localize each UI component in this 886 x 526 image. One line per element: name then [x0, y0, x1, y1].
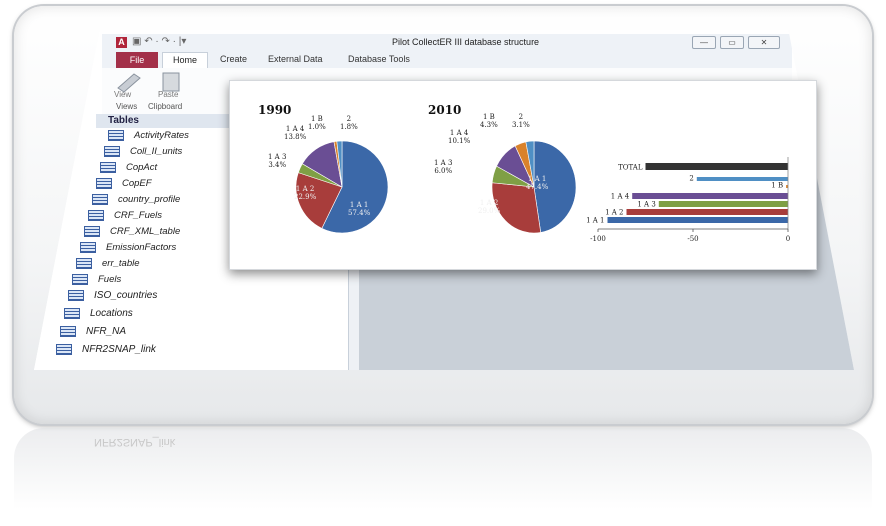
maximize-button[interactable]: ▭ — [720, 36, 744, 49]
table-icon — [100, 162, 116, 173]
chart-panel: 1990 2010 1 A 1 57.4% 1 A 2 22.9% 1 A 3 3.4… — [229, 80, 817, 270]
table-icon — [88, 210, 104, 221]
pie-label-2010-1a3: 1 A 3 6.0% — [434, 159, 453, 175]
table-icon — [64, 308, 80, 319]
tab-file[interactable]: File — [116, 52, 158, 68]
pie-label-2010-1b: 1 B 4.3% — [480, 113, 498, 129]
view-button[interactable]: View — [114, 90, 131, 99]
paste-icon — [162, 72, 180, 92]
table-icon — [84, 226, 100, 237]
bar-1a2 — [626, 209, 788, 215]
table-icon — [104, 146, 120, 157]
table-item[interactable]: CRF_XML_table — [84, 226, 180, 237]
table-item[interactable]: Locations — [64, 308, 133, 319]
tab-database-tools[interactable]: Database Tools — [348, 54, 410, 64]
table-item[interactable]: Fuels — [72, 274, 121, 285]
bar-label-total: TOTAL — [618, 164, 643, 172]
table-icon — [80, 242, 96, 253]
table-item[interactable]: CopEF — [96, 178, 152, 189]
x-tick-label: 0 — [786, 235, 790, 243]
table-item[interactable]: NFR2SNAP_link — [56, 344, 156, 355]
bar-1a3 — [658, 201, 788, 207]
pie-label-2010-1a4: 1 A 4 10.1% — [448, 129, 471, 145]
close-button[interactable]: ✕ — [748, 36, 780, 49]
x-tick-label: -100 — [590, 235, 606, 243]
pie-label-1990-1b: 1 B 1.0% — [308, 115, 326, 131]
table-item[interactable]: err_table — [76, 258, 140, 269]
bar-label-1b: 1 B — [771, 182, 783, 190]
table-icon — [68, 290, 84, 301]
frame-reflection: NFR2SNAP_link — [14, 428, 872, 524]
pie-label-2010-1a2: 1 A 2 29.0% — [478, 199, 501, 215]
minimize-button[interactable]: — — [692, 36, 716, 49]
table-icon — [60, 326, 76, 337]
bar-1a4 — [632, 193, 788, 199]
table-item[interactable]: CopAct — [100, 162, 157, 173]
table-item[interactable]: NFR_NA — [60, 326, 126, 337]
views-group-label: Views — [116, 102, 138, 111]
pie-chart-2010 — [491, 140, 577, 234]
paste-button[interactable]: Paste — [158, 90, 178, 99]
table-item[interactable]: ISO_countries — [68, 290, 157, 301]
table-icon — [72, 274, 88, 285]
table-item[interactable]: CRF_Fuels — [88, 210, 162, 221]
reflection-text: NFR2SNAP_link — [94, 436, 176, 448]
x-tick-label: -50 — [687, 235, 698, 243]
title-bar: A ▣ ↶ · ↷ · |▾ Pilot CollectER III datab… — [102, 34, 792, 53]
tab-external-data[interactable]: External Data — [268, 54, 323, 64]
bar-total — [645, 163, 788, 170]
bar-label-1a4: 1 A 4 — [611, 193, 630, 201]
pie-label-1990-1a2: 1 A 2 22.9% — [294, 185, 317, 201]
clipboard-group-label: Clipboard — [148, 102, 183, 111]
quick-access-toolbar[interactable]: ▣ ↶ · ↷ · |▾ — [132, 36, 186, 47]
table-item[interactable]: Coll_II_units — [104, 146, 182, 157]
pie-label-2010-1a1: 1 A 1 47.4% — [526, 175, 549, 191]
ribbon-tabs: File Home Create External Data Database … — [102, 52, 792, 69]
bar-chart-change: TOTAL 2 1 B 1 A 4 1 A 3 1 A 21 A 1 -100 -50 0 — [586, 157, 790, 243]
bar-label-1a1: 1 A 1 — [586, 217, 604, 225]
table-item[interactable]: country_profile — [92, 194, 180, 205]
pie-label-1990-1a4: 1 A 4 13.8% — [284, 125, 307, 141]
pie-label-2010-2: 2 3.1% — [512, 113, 530, 129]
table-icon — [108, 130, 124, 141]
view-icon — [117, 73, 141, 93]
tab-home[interactable]: Home — [162, 52, 208, 69]
table-item[interactable]: ActivityRates — [108, 130, 189, 141]
bar-1a1 — [607, 217, 788, 223]
pie-label-1990-2: 2 1.8% — [340, 115, 358, 131]
table-item[interactable]: EmissionFactors — [80, 242, 176, 253]
tab-create[interactable]: Create — [220, 54, 247, 64]
table-icon — [56, 344, 72, 355]
table-icon — [96, 178, 112, 189]
bar-2 — [696, 177, 788, 181]
pie-label-1990-1a3: 1 A 3 3.4% — [268, 153, 287, 169]
window-title: Pilot CollectER III database structure — [392, 37, 540, 47]
access-logo-icon: A — [116, 37, 127, 48]
bar-label-1a3: 1 A 3 — [637, 201, 655, 209]
bar-label-2: 2 — [689, 175, 693, 183]
pie-label-1990-1a1: 1 A 1 57.4% — [348, 201, 371, 217]
bar-label-1a2: 1 A 2 — [605, 209, 623, 217]
table-icon — [92, 194, 108, 205]
table-icon — [76, 258, 92, 269]
